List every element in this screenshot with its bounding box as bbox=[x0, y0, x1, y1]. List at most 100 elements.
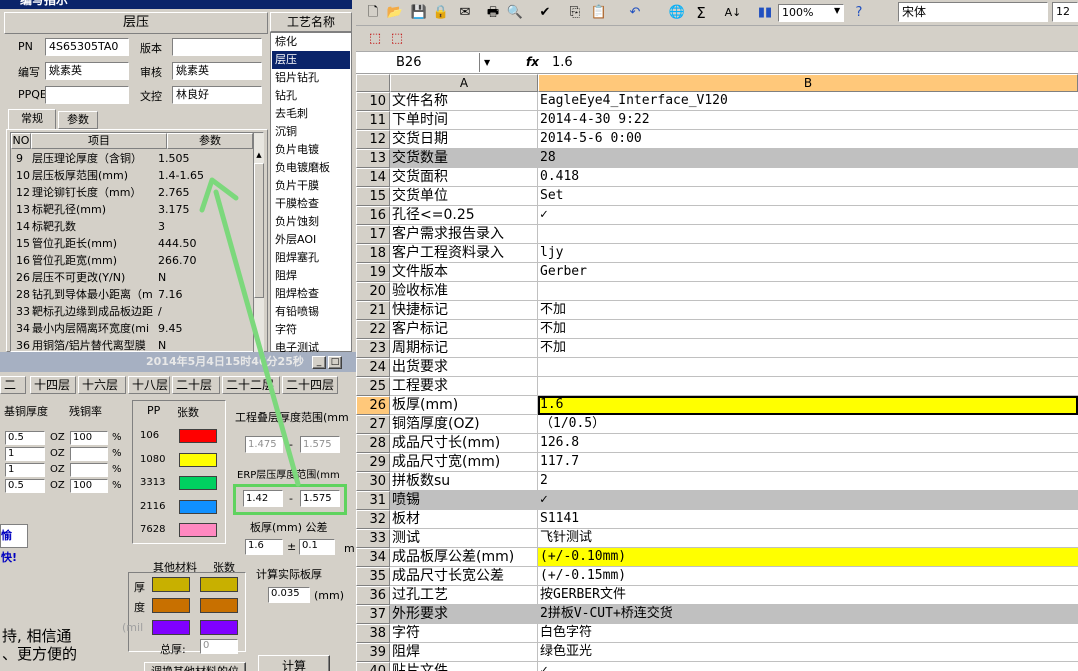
formula-input[interactable]: 1.6 bbox=[552, 53, 573, 72]
cell-b[interactable]: (+/-0.15mm) bbox=[538, 567, 1078, 586]
pdf-email-icon[interactable]: ⬚ bbox=[388, 30, 406, 48]
row-number[interactable]: 14 bbox=[356, 168, 390, 187]
happy-button[interactable]: 愉快! bbox=[0, 524, 28, 564]
other-swatch-3[interactable] bbox=[152, 598, 190, 613]
param-row[interactable]: 16 管位孔距宽(mm) 266.70 bbox=[12, 252, 242, 269]
process-item[interactable]: 负片电镀 bbox=[272, 141, 350, 159]
pp-color-swatch[interactable] bbox=[179, 452, 217, 467]
paste-icon[interactable]: 📋 bbox=[590, 4, 608, 22]
cell-b[interactable]: 2拼板V-CUT+桥连交货 bbox=[538, 605, 1078, 624]
layer-tab[interactable]: 二十层 bbox=[172, 376, 220, 394]
erp-max-field[interactable]: 1.575 bbox=[300, 490, 340, 507]
cell-b[interactable]: 绿色亚光 bbox=[538, 643, 1078, 662]
row-number[interactable]: 24 bbox=[356, 358, 390, 377]
cell-b[interactable]: 28 bbox=[538, 149, 1078, 168]
cell-a[interactable]: 贴片文件 bbox=[390, 662, 538, 671]
row-number[interactable]: 13 bbox=[356, 149, 390, 168]
cell-b[interactable]: 按GERBER文件 bbox=[538, 586, 1078, 605]
cell-a[interactable]: 出货要求 bbox=[390, 358, 538, 377]
cell-a[interactable]: 测试 bbox=[390, 529, 538, 548]
row-number[interactable]: 39 bbox=[356, 643, 390, 662]
email-icon[interactable]: ✉ bbox=[456, 4, 474, 22]
cell-a[interactable]: 交货单位 bbox=[390, 187, 538, 206]
pp-color-swatch[interactable] bbox=[179, 476, 217, 490]
eng-min-field[interactable]: 1.475 bbox=[245, 436, 283, 453]
scroll-thumb[interactable] bbox=[254, 163, 264, 298]
cell-a[interactable]: 交货面积 bbox=[390, 168, 538, 187]
undo-icon[interactable]: ↶ bbox=[626, 4, 644, 22]
row-number[interactable]: 20 bbox=[356, 282, 390, 301]
other-swatch-4[interactable] bbox=[200, 598, 238, 613]
cell-a[interactable]: 铜箔厚度(OZ) bbox=[390, 415, 538, 434]
cell-a[interactable]: 成品尺寸长(mm) bbox=[390, 434, 538, 453]
pp-color-swatch[interactable] bbox=[179, 499, 217, 514]
cell-b[interactable]: 白色字符 bbox=[538, 624, 1078, 643]
other-swatch-1[interactable] bbox=[152, 577, 190, 592]
cell-b[interactable]: S1141 bbox=[538, 510, 1078, 529]
process-item[interactable]: 钻孔 bbox=[272, 87, 350, 105]
param-row[interactable]: 13 标靶孔径(mm) 3.175 bbox=[12, 201, 242, 218]
zoom-chevron-down-icon[interactable]: ▼ bbox=[834, 6, 844, 15]
cell-b[interactable]: 1.6 bbox=[538, 396, 1078, 415]
row-number[interactable]: 37 bbox=[356, 605, 390, 624]
param-row[interactable]: 33 靶标孔边缘到成品板边距 / bbox=[12, 303, 242, 320]
cell-b[interactable]: (+/-0.10mm) bbox=[538, 548, 1078, 567]
tab-normal[interactable]: 常规 bbox=[8, 109, 56, 129]
process-item[interactable]: 阻焊塞孔 bbox=[272, 249, 350, 267]
tab-param[interactable]: 参数 bbox=[58, 111, 98, 129]
grid-scrollbar[interactable]: ▲ bbox=[253, 133, 264, 352]
cell-a[interactable]: 周期标记 bbox=[390, 339, 538, 358]
cell-a[interactable]: 下单时间 bbox=[390, 111, 538, 130]
cell-b[interactable]: 不加 bbox=[538, 320, 1078, 339]
param-row[interactable]: 14 标靶孔数 3 bbox=[12, 218, 242, 235]
cell-b[interactable] bbox=[538, 358, 1078, 377]
print-icon[interactable]: 🖶 bbox=[484, 4, 502, 22]
process-item[interactable]: 有铅喷锡 bbox=[272, 303, 350, 321]
pn-field[interactable]: 4S65305TA0 bbox=[45, 38, 129, 56]
cell-a[interactable]: 文件名称 bbox=[390, 92, 538, 111]
param-row[interactable]: 10 层压板厚范围(mm) 1.4-1.65 bbox=[12, 167, 242, 184]
cell-b[interactable]: ljy bbox=[538, 244, 1078, 263]
cell-b[interactable]: 117.7 bbox=[538, 453, 1078, 472]
cell-b[interactable] bbox=[538, 225, 1078, 244]
cell-a[interactable]: 客户需求报告录入 bbox=[390, 225, 538, 244]
permission-icon[interactable]: 🔒 bbox=[432, 4, 450, 22]
select-all-corner[interactable] bbox=[356, 74, 390, 92]
cell-a[interactable]: 外形要求 bbox=[390, 605, 538, 624]
review-field[interactable]: 姚素英 bbox=[172, 62, 262, 80]
param-row[interactable]: 9 层压理论厚度（含铜） 1.505 bbox=[12, 150, 242, 167]
process-item[interactable]: 电子测试 bbox=[272, 339, 350, 352]
cell-b[interactable] bbox=[538, 377, 1078, 396]
process-item[interactable]: 层压 bbox=[272, 51, 350, 69]
process-item[interactable]: 棕化 bbox=[272, 33, 350, 51]
fx-icon[interactable]: fx bbox=[526, 53, 539, 72]
cell-b[interactable] bbox=[538, 282, 1078, 301]
row-number[interactable]: 11 bbox=[356, 111, 390, 130]
save-icon[interactable]: 💾 bbox=[410, 4, 428, 22]
calc-thickness-field[interactable]: 0.035 bbox=[268, 587, 310, 603]
column-b-header[interactable]: B bbox=[538, 74, 1078, 92]
sort-icon[interactable]: A↓ bbox=[724, 4, 742, 22]
cell-b[interactable]: 126.8 bbox=[538, 434, 1078, 453]
residual-rate-field[interactable] bbox=[70, 463, 108, 477]
replace-material-button[interactable]: 调换其他材料的位 bbox=[144, 662, 246, 671]
erp-min-field[interactable]: 1.42 bbox=[243, 490, 283, 507]
cell-b[interactable]: 不加 bbox=[538, 339, 1078, 358]
row-number[interactable]: 27 bbox=[356, 415, 390, 434]
cell-b[interactable]: ✓ bbox=[538, 206, 1078, 225]
process-item[interactable]: 负片干膜 bbox=[272, 177, 350, 195]
help-icon[interactable]: ? bbox=[850, 4, 868, 22]
cell-a[interactable]: 成品尺寸长宽公差 bbox=[390, 567, 538, 586]
tolerance-field[interactable]: 0.1 bbox=[299, 539, 335, 555]
layer-tab[interactable]: 二十四层 bbox=[282, 376, 338, 394]
process-item[interactable]: 沉铜 bbox=[272, 123, 350, 141]
param-row[interactable]: 15 管位孔距长(mm) 444.50 bbox=[12, 235, 242, 252]
param-row[interactable]: 12 理论铆钉长度（mm） 2.765 bbox=[12, 184, 242, 201]
eng-max-field[interactable]: 1.575 bbox=[300, 436, 340, 453]
cell-a[interactable]: 孔径<=0.25 bbox=[390, 206, 538, 225]
copper-thickness-field[interactable]: 1 bbox=[5, 447, 45, 461]
calculate-button[interactable]: 计算 bbox=[258, 655, 330, 671]
cell-a[interactable]: 字符 bbox=[390, 624, 538, 643]
grid-header-item[interactable]: 项目 bbox=[31, 133, 167, 149]
row-number[interactable]: 21 bbox=[356, 301, 390, 320]
